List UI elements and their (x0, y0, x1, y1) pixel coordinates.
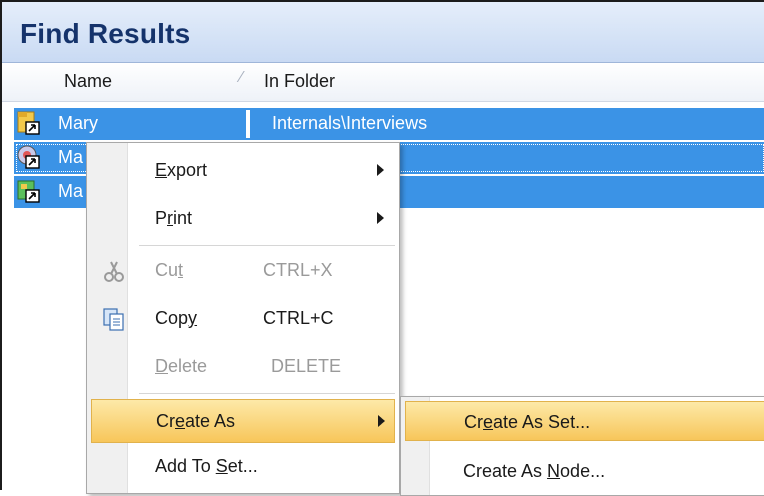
scissors-icon (104, 261, 124, 282)
menu-item-shortcut: CTRL+X (263, 260, 333, 280)
menu-item-create-as-node[interactable]: Create As Node... (405, 451, 764, 491)
column-header-bar: Name ⁄ In Folder (2, 63, 764, 102)
menu-item-label: Create As (156, 411, 236, 431)
create-as-submenu: Create As Set... Create As Node... (400, 396, 764, 496)
context-menu: Export Print Cut CTRL+X Copy CTRL+C Dele… (86, 142, 400, 494)
row-name-cell: Mary (58, 113, 98, 133)
pane-title: Find Results (20, 18, 191, 49)
cell-divider (246, 110, 250, 138)
column-header-in-folder[interactable]: In Folder (264, 71, 335, 92)
menu-item-label: Copy (155, 308, 198, 328)
row-folder-cell: Internals\Interviews (272, 113, 428, 133)
menu-item-create-as-set[interactable]: Create As Set... (405, 401, 764, 441)
submenu-arrow-icon (377, 212, 384, 224)
copy-icon (103, 308, 124, 331)
menu-item-label: Print (155, 208, 193, 228)
menu-item-print[interactable]: Print (91, 197, 395, 241)
menu-item-label: Create As Set... (464, 412, 591, 432)
result-row[interactable]: Mary Internals\Interviews (14, 108, 764, 140)
menu-item-add-to-set[interactable]: Add To Set... (91, 445, 395, 489)
menu-item-label: Delete (155, 356, 208, 376)
title-bar: Find Results (2, 2, 764, 63)
submenu-arrow-icon (378, 415, 385, 427)
submenu-arrow-icon (377, 164, 384, 176)
menu-item-cut[interactable]: Cut CTRL+X (91, 249, 395, 293)
row-name-cell: Ma (58, 147, 84, 167)
menu-item-delete[interactable]: Delete DELETE (91, 345, 395, 389)
menu-separator (139, 393, 395, 394)
menu-item-label: Export (155, 160, 208, 180)
menu-item-copy[interactable]: Copy CTRL+C (91, 297, 395, 341)
menu-item-shortcut: DELETE (271, 356, 342, 376)
shortcut-case-icon (17, 145, 40, 169)
row-name-cell: Ma (58, 181, 84, 201)
menu-item-export[interactable]: Export (91, 149, 395, 193)
sort-indicator-icon: ⁄ (240, 69, 243, 86)
menu-separator (139, 245, 395, 246)
menu-item-shortcut: CTRL+C (263, 308, 334, 328)
column-header-name[interactable]: Name (64, 71, 112, 92)
menu-item-label: Cut (155, 260, 184, 280)
menu-item-create-as[interactable]: Create As (91, 399, 395, 443)
shortcut-node-icon (17, 180, 40, 203)
menu-item-label: Create As Node... (463, 461, 606, 481)
menu-item-label: Add To Set... (155, 456, 258, 476)
shortcut-folder-icon (17, 111, 40, 135)
